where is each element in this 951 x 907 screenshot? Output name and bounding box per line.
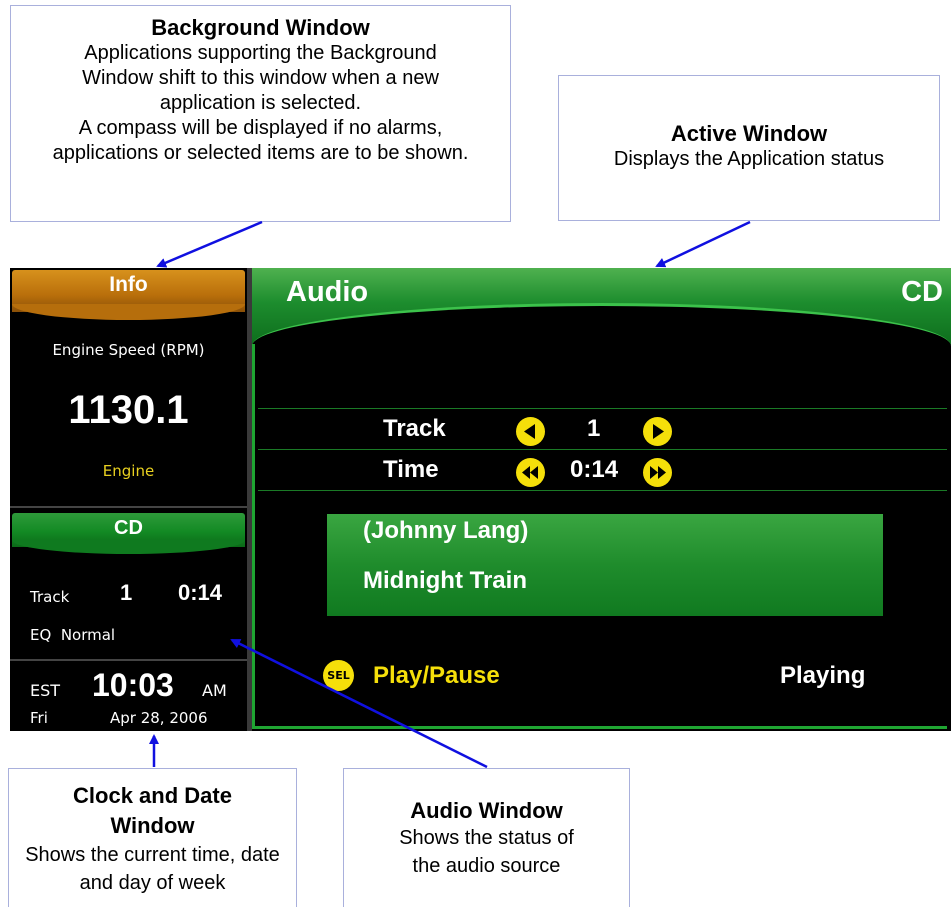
info-tab-label: Info xyxy=(109,273,148,296)
arrow-audio-window xyxy=(230,638,488,769)
audio-source-label: CD xyxy=(901,276,943,308)
cd-tab-label: CD xyxy=(114,517,143,539)
callout-arrows xyxy=(149,220,751,769)
arrow-active-window xyxy=(655,220,751,268)
arrow-background-window xyxy=(156,220,263,268)
audio-title: Audio xyxy=(286,276,369,308)
